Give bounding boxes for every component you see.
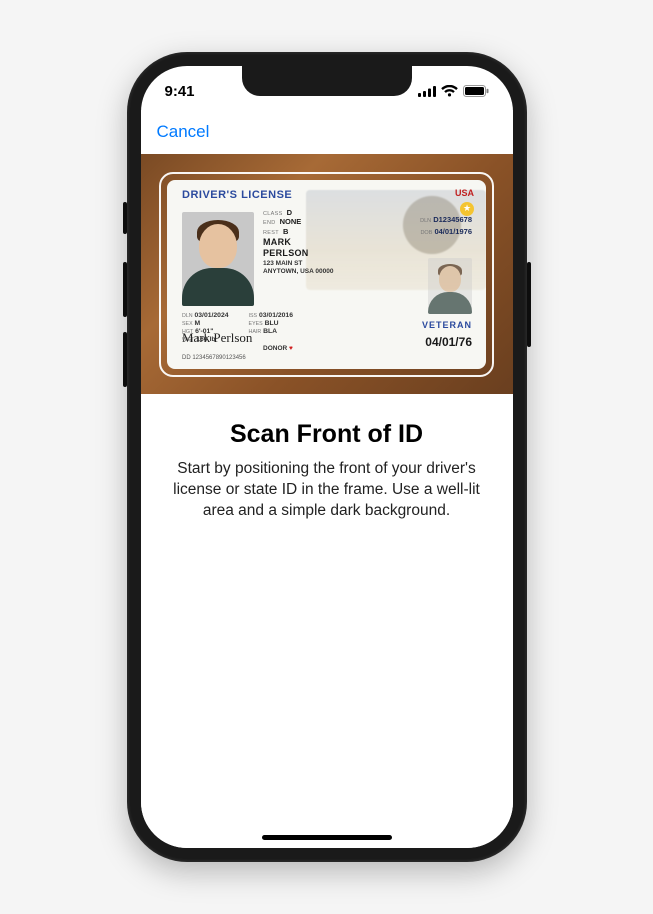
heart-icon: ♥ xyxy=(289,345,293,352)
id-ghost-photo xyxy=(428,258,472,314)
id-main-fields: CLASS D END NONE REST B MARK PERLSON 123… xyxy=(263,208,333,276)
drivers-license-card: DRIVER'S LICENSE USA ★ DLN D12345678 DOB… xyxy=(167,180,486,369)
device-frame: 9:41 Cancel xyxy=(127,52,527,862)
id-big-date: 04/01/76 xyxy=(425,335,472,349)
instruction-headline: Scan Front of ID xyxy=(169,420,485,449)
id-last-name: MARK xyxy=(263,237,333,248)
volume-down-button xyxy=(123,332,127,387)
instruction-body: Start by positioning the front of your d… xyxy=(169,459,485,522)
real-id-star-icon: ★ xyxy=(460,202,474,216)
wifi-icon xyxy=(441,85,458,97)
instruction-panel: Scan Front of ID Start by positioning th… xyxy=(141,394,513,848)
modal-nav-bar: Cancel xyxy=(141,110,513,154)
id-dob: DOB 04/01/1976 xyxy=(420,227,472,236)
id-first-name: PERLSON xyxy=(263,248,333,259)
id-donor: DONOR ♥ xyxy=(263,345,293,352)
status-time: 9:41 xyxy=(165,83,195,100)
id-scan-frame: DRIVER'S LICENSE USA ★ DLN D12345678 DOB… xyxy=(159,172,494,377)
id-country: USA xyxy=(455,188,474,198)
id-signature: Mark Perlson xyxy=(182,330,252,346)
id-dd: DD 1234567890123456 xyxy=(182,355,246,361)
camera-viewfinder[interactable]: DRIVER'S LICENSE USA ★ DLN D12345678 DOB… xyxy=(141,154,513,394)
side-power-button xyxy=(527,262,531,347)
status-indicators xyxy=(418,85,489,97)
cellular-icon xyxy=(418,86,436,97)
id-primary-photo xyxy=(182,212,254,306)
id-veteran: VETERAN xyxy=(422,320,472,330)
id-address-line2: ANYTOWN, USA 00000 xyxy=(263,268,333,276)
device-notch xyxy=(242,66,412,96)
id-title: DRIVER'S LICENSE xyxy=(182,189,292,201)
battery-icon xyxy=(463,85,489,97)
id-dln: DLN D12345678 xyxy=(420,215,472,224)
mute-switch xyxy=(123,202,127,234)
volume-up-button xyxy=(123,262,127,317)
id-address-line1: 123 MAIN ST xyxy=(263,260,333,268)
phone-screen: 9:41 Cancel xyxy=(141,66,513,848)
home-indicator[interactable] xyxy=(262,835,392,840)
cancel-button[interactable]: Cancel xyxy=(157,122,210,142)
